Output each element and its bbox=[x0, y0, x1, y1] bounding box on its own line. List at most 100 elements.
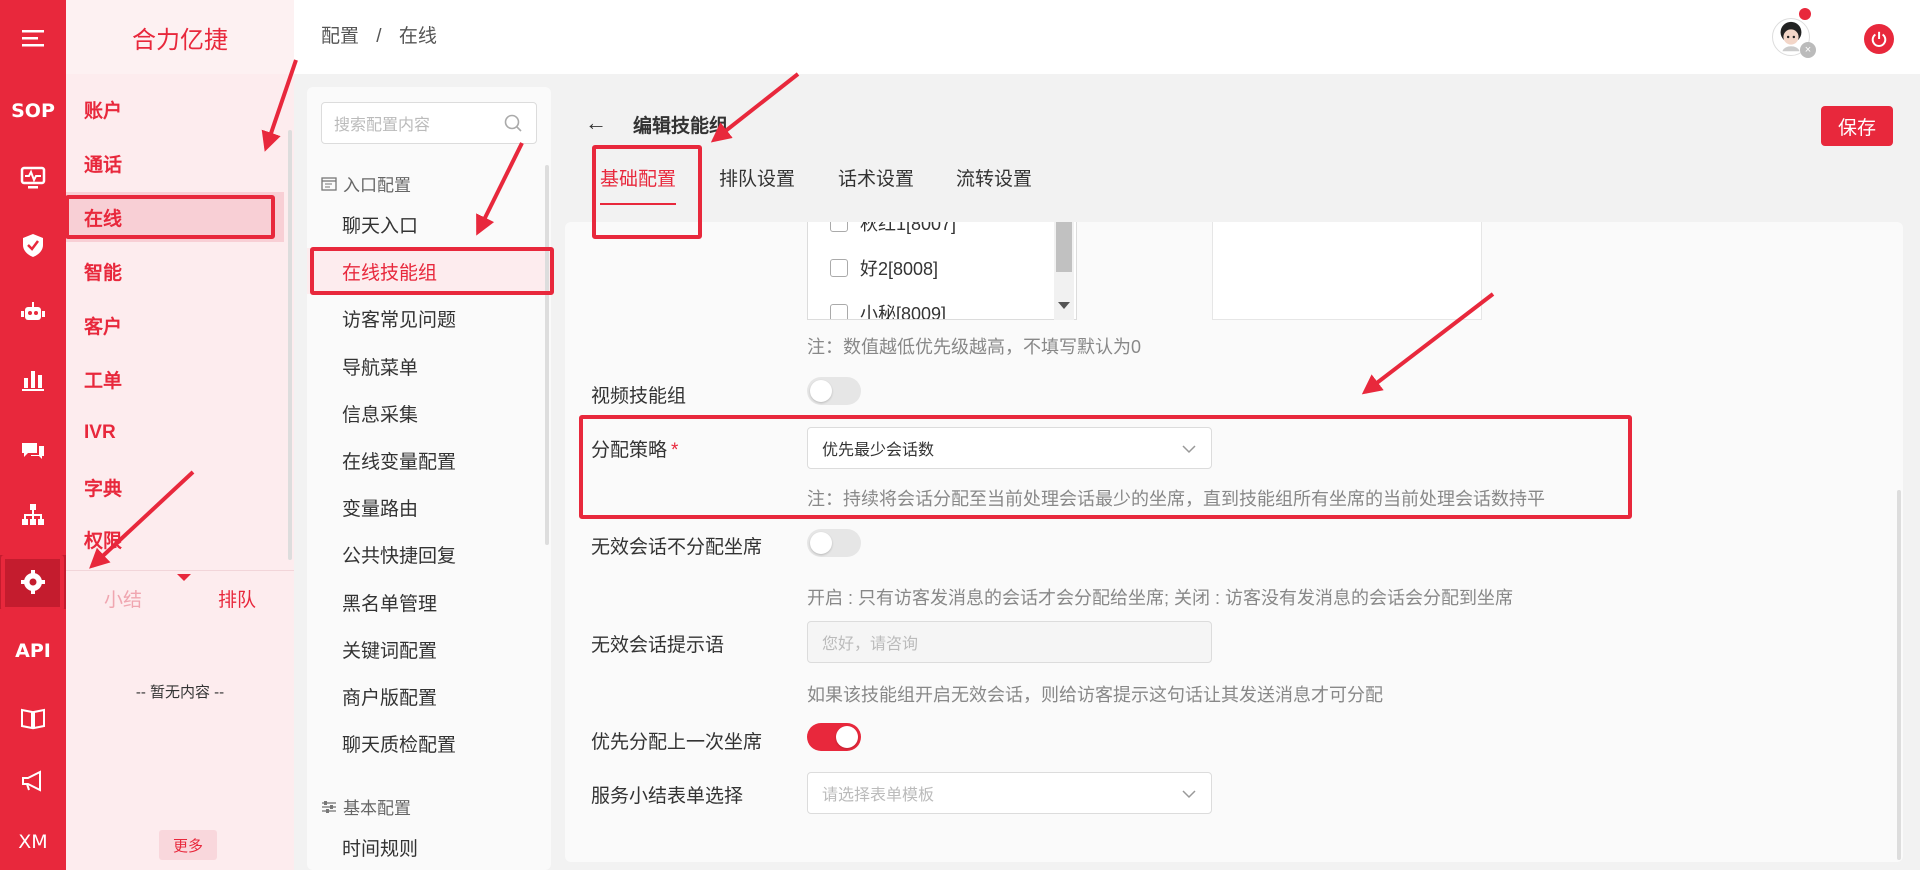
mini-tabs: 小结 排队 bbox=[66, 570, 294, 622]
menu-scrollbar[interactable] bbox=[545, 165, 549, 545]
invalid-session-note: 开启 : 只有访客发消息的会话才会分配给坐席; 关闭 : 访客没有发消息的会话会… bbox=[807, 588, 1514, 608]
group-title-basic-label: 基本配置 bbox=[343, 799, 411, 818]
tab-summary[interactable]: 小结 bbox=[104, 585, 142, 612]
brand-title: 合力亿捷 bbox=[66, 0, 294, 74]
menu-item-keywords[interactable]: 关键词配置 bbox=[307, 626, 551, 672]
notification-dot bbox=[1799, 8, 1811, 20]
nav-item-customer[interactable]: 客户 bbox=[66, 300, 284, 350]
api-icon[interactable]: API bbox=[0, 624, 66, 678]
tab-queue-settings[interactable]: 排队设置 bbox=[719, 164, 795, 191]
checkbox[interactable] bbox=[830, 259, 848, 277]
menu-item-quick-reply[interactable]: 公共快捷回复 bbox=[307, 531, 551, 577]
list-item-label: 秋红1[8007] bbox=[860, 222, 957, 234]
toggle-knob bbox=[810, 532, 832, 554]
breadcrumb-config[interactable]: 配置 bbox=[321, 26, 359, 47]
nav-item-account[interactable]: 账户 bbox=[66, 84, 284, 134]
menu-item-online-variables[interactable]: 在线变量配置 bbox=[307, 437, 551, 483]
summary-form-label: 服务小结表单选择 bbox=[591, 786, 744, 807]
chevron-down-icon bbox=[1182, 790, 1196, 799]
last-agent-toggle[interactable] bbox=[807, 723, 861, 751]
agent-listbox[interactable]: 秋红1[8007] 好2[8008] 小秘[8009] bbox=[807, 222, 1077, 320]
strategy-value: 优先最少会话数 bbox=[822, 442, 935, 459]
list-item[interactable]: 小秘[8009] bbox=[830, 300, 946, 319]
invalid-session-label: 无效会话不分配坐席 bbox=[591, 537, 763, 558]
menu-item-time-rules[interactable]: 时间规则 bbox=[307, 824, 551, 870]
gear-icon[interactable] bbox=[0, 555, 66, 609]
priority-note: 注：数值越低优先级越高，不填写默认为0 bbox=[807, 337, 1142, 357]
back-arrow-icon[interactable]: ← bbox=[585, 110, 607, 136]
window-icon bbox=[321, 176, 337, 191]
nav-item-ivr[interactable]: IVR bbox=[66, 408, 284, 458]
checkbox[interactable] bbox=[830, 304, 848, 319]
megaphone-icon[interactable] bbox=[0, 754, 66, 808]
status-badge-icon: × bbox=[1800, 42, 1816, 58]
invalid-prompt-label: 无效会话提示语 bbox=[591, 635, 725, 656]
tab-script-settings[interactable]: 话术设置 bbox=[838, 164, 914, 191]
breadcrumb-separator: / bbox=[376, 26, 382, 47]
icon-rail: SOP API XM bbox=[0, 0, 66, 870]
checkbox[interactable] bbox=[830, 222, 848, 232]
video-group-toggle[interactable] bbox=[807, 377, 861, 405]
nav-item-online[interactable]: 在线 bbox=[66, 192, 284, 242]
strategy-label: 分配策略 * bbox=[591, 435, 678, 462]
menu-item-chat-qa[interactable]: 聊天质检配置 bbox=[307, 720, 551, 766]
menu-item-nav-menu[interactable]: 导航菜单 bbox=[307, 343, 551, 389]
menu-item-merchant[interactable]: 商户版配置 bbox=[307, 673, 551, 719]
nav-item-smart[interactable]: 智能 bbox=[66, 246, 284, 296]
tab-queue[interactable]: 排队 bbox=[218, 585, 256, 612]
more-button[interactable]: 更多 bbox=[159, 830, 217, 860]
toggle-knob bbox=[836, 726, 858, 748]
strategy-select[interactable]: 优先最少会话数 bbox=[807, 427, 1212, 469]
menu-item-online-skill-group[interactable]: 在线技能组 bbox=[307, 248, 551, 294]
chat-icon[interactable] bbox=[0, 424, 66, 478]
sop-icon[interactable]: SOP bbox=[0, 84, 66, 138]
last-agent-label: 优先分配上一次坐席 bbox=[591, 732, 763, 753]
menu-item-chat-entry[interactable]: 聊天入口 bbox=[307, 201, 551, 247]
book-icon[interactable] bbox=[0, 691, 66, 745]
save-button[interactable]: 保存 bbox=[1821, 106, 1893, 146]
group-title-entry-label: 入口配置 bbox=[343, 176, 411, 195]
shield-icon[interactable] bbox=[0, 218, 66, 272]
org-icon[interactable] bbox=[0, 488, 66, 542]
priority-box[interactable] bbox=[1212, 222, 1482, 320]
xm-icon[interactable]: XM bbox=[0, 815, 66, 869]
breadcrumb-online: 在线 bbox=[398, 26, 437, 47]
nav-item-call[interactable]: 通话 bbox=[66, 138, 284, 188]
invalid-prompt-input[interactable]: 您好，请咨询 bbox=[807, 621, 1212, 663]
monitor-icon[interactable] bbox=[0, 151, 66, 205]
summary-form-placeholder: 请选择表单模板 bbox=[822, 787, 935, 804]
video-group-label: 视频技能组 bbox=[591, 386, 687, 407]
empty-note: -- 暂无内容 -- bbox=[135, 684, 225, 701]
menu-item-variable-routing[interactable]: 变量路由 bbox=[307, 484, 551, 530]
listbox-scroll-thumb[interactable] bbox=[1056, 222, 1072, 272]
top-bar: 配置 / 在线 × bbox=[294, 0, 1920, 74]
strategy-label-text: 分配策略 bbox=[591, 440, 668, 461]
api-label: API bbox=[15, 640, 51, 662]
robot-icon[interactable] bbox=[0, 285, 66, 339]
active-tab-underline bbox=[600, 203, 676, 205]
invalid-session-toggle[interactable] bbox=[807, 529, 861, 557]
menu-item-faq[interactable]: 访客常见问题 bbox=[307, 295, 551, 341]
group-title-basic: 基本配置 bbox=[321, 794, 411, 819]
power-icon[interactable] bbox=[1864, 24, 1894, 54]
required-mark: * bbox=[671, 440, 679, 461]
summary-form-select[interactable]: 请选择表单模板 bbox=[807, 772, 1212, 814]
menu-icon[interactable] bbox=[0, 11, 66, 65]
list-item[interactable]: 好2[8008] bbox=[830, 255, 938, 281]
tab-transfer-settings[interactable]: 流转设置 bbox=[956, 164, 1032, 191]
menu-item-blacklist[interactable]: 黑名单管理 bbox=[307, 579, 551, 625]
form-scrollbar[interactable] bbox=[1897, 490, 1901, 860]
bar-chart-icon[interactable] bbox=[0, 352, 66, 406]
nav-item-permission[interactable]: 权限 bbox=[66, 516, 284, 562]
search-icon[interactable] bbox=[503, 113, 523, 133]
list-item-label: 好2[8008] bbox=[860, 259, 939, 279]
tab-basic-config[interactable]: 基础配置 bbox=[600, 164, 676, 191]
nav-scrollbar[interactable] bbox=[288, 130, 292, 560]
sop-label: SOP bbox=[11, 100, 55, 122]
menu-item-info-collect[interactable]: 信息采集 bbox=[307, 390, 551, 436]
list-item[interactable]: 秋红1[8007] bbox=[830, 222, 956, 236]
group-title-entry: 入口配置 bbox=[321, 171, 411, 196]
scroll-down-icon[interactable] bbox=[1058, 302, 1070, 309]
nav-item-dictionary[interactable]: 字典 bbox=[66, 462, 284, 512]
nav-item-ticket[interactable]: 工单 bbox=[66, 354, 284, 404]
